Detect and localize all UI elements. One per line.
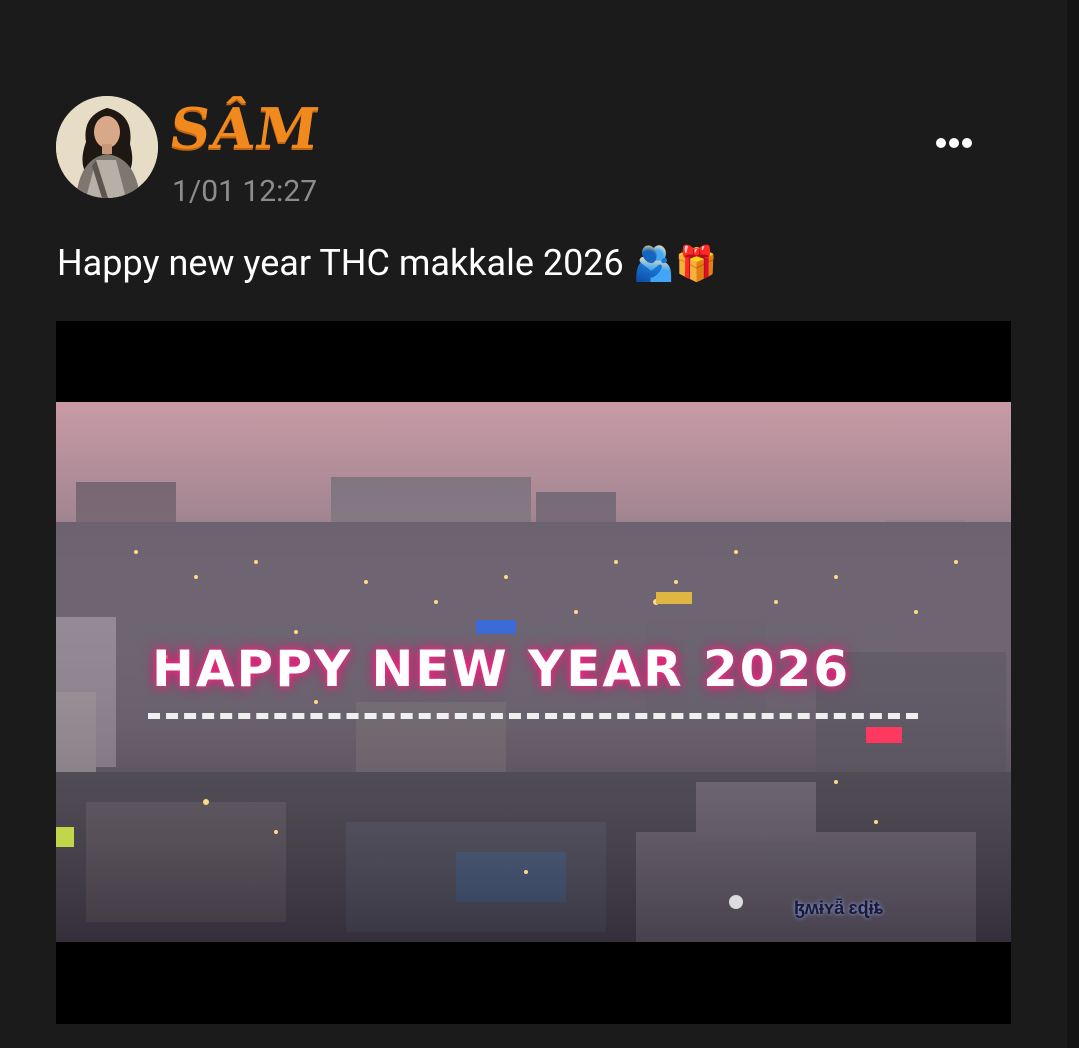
more-horizontal-icon xyxy=(936,138,946,148)
author-name[interactable]: SÂM xyxy=(165,96,323,162)
video-player[interactable]: HAPPY NEW YEAR 2026 ɮʍɨʏǟ ɛɖɨȶ xyxy=(56,321,1011,1024)
overlay-underline xyxy=(148,713,918,719)
video-watermark: ɮʍɨʏǟ ɛɖɨȶ xyxy=(794,898,883,919)
more-dot xyxy=(962,138,972,148)
avatar[interactable] xyxy=(56,96,158,198)
right-edge xyxy=(1067,0,1079,1048)
avatar-photo xyxy=(56,96,158,198)
overlay-title: HAPPY NEW YEAR 2026 xyxy=(152,640,851,698)
more-dot xyxy=(949,138,959,148)
caption-text: Happy new year THC makkale 2026 xyxy=(57,242,624,284)
post-caption: Happy new year THC makkale 2026 🫂🎁 xyxy=(57,242,717,284)
video-frame: HAPPY NEW YEAR 2026 ɮʍɨʏǟ ɛɖɨȶ xyxy=(56,402,1011,942)
post-timestamp: 1/01 12:27 xyxy=(172,174,318,209)
more-options-button[interactable] xyxy=(930,128,978,158)
caption-emojis: 🫂🎁 xyxy=(632,244,718,284)
